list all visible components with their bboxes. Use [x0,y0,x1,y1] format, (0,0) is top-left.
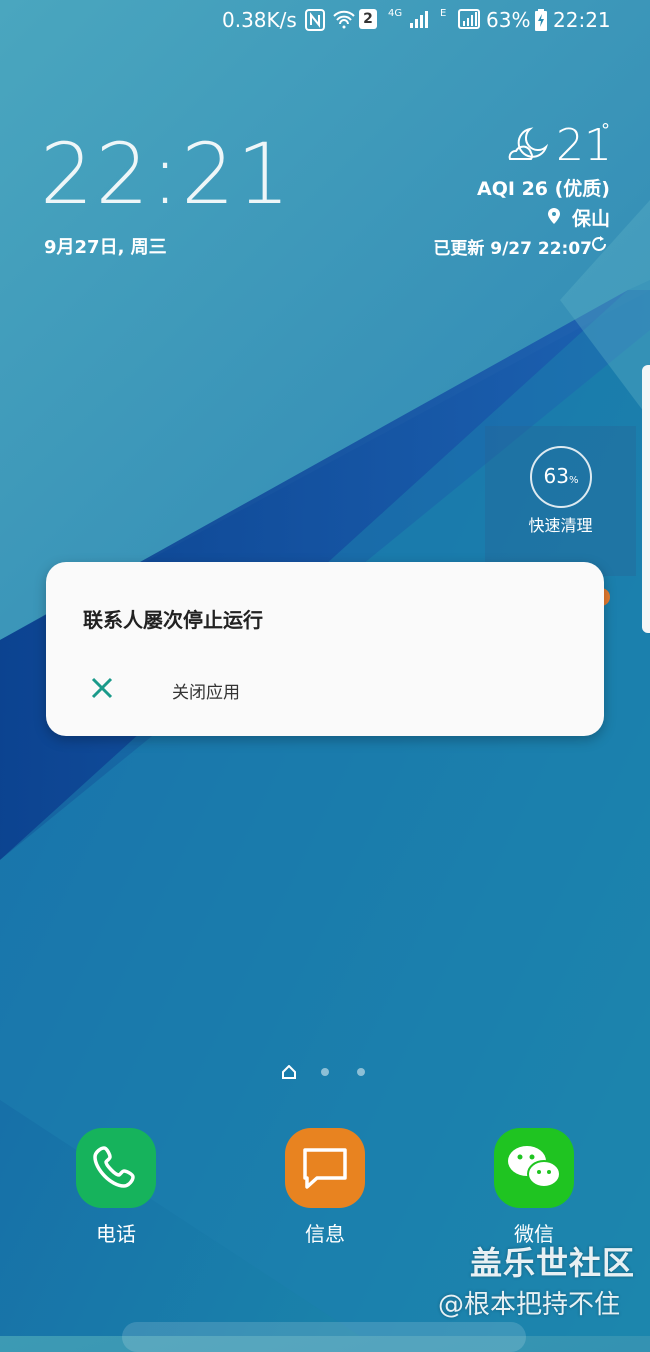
weather-updated: 已更新 9/27 22:07 [433,239,592,259]
weather-degree: ° [601,120,610,141]
watermark-community: 盖乐世社区 [470,1244,636,1282]
close-app-label: 关闭应用 [172,683,240,703]
dialog-title: 联系人屡次停止运行 [83,608,263,632]
clock-time[interactable]: 22:21 [40,125,292,223]
home-page-icon [282,1064,296,1083]
quick-clean-percent: 63 [543,464,569,488]
dock-label-phone: 电话 [96,1222,136,1246]
close-app-button[interactable]: 关闭应用 [66,662,586,718]
nfc-icon [305,9,325,36]
battery-charging-icon [535,9,547,36]
net-speed: 0.38K/s [222,8,297,32]
refresh-icon[interactable] [590,235,608,257]
quick-clean-widget[interactable]: 63% 快速清理 [485,426,636,576]
wifi-icon [332,9,356,34]
edge-panel-handle[interactable] [642,365,650,633]
phone-icon [76,1128,156,1208]
location-pin-icon [548,208,560,228]
signal-icon [408,9,432,34]
message-icon [285,1128,365,1208]
navigation-bar-hint[interactable] [122,1322,526,1352]
dock-label-messages: 信息 [305,1222,345,1246]
clock-date: 9月27日, 周三 [44,237,167,258]
watermark-user: @根本把持不住 [438,1290,621,1320]
network-e-label: E [440,8,447,19]
weather-location: 保山 [571,208,610,230]
status-bar: 0.38K/s 2 4G E 63% 22:21 [0,0,650,40]
moon-cloud-icon[interactable] [506,125,552,169]
weather-aqi: AQI 26 (优质) [477,178,610,200]
wechat-icon [494,1128,574,1208]
close-icon [90,676,114,704]
quick-clean-label: 快速清理 [528,516,593,535]
dock-app-messages[interactable]: 信息 [265,1128,385,1247]
signal-2-icon [458,9,480,34]
quick-clean-ring: 63% [530,446,592,508]
status-time: 22:21 [553,8,611,32]
page-dot [357,1068,365,1076]
dock-app-phone[interactable]: 电话 [56,1128,176,1247]
sim-badge-icon: 2 [359,9,377,29]
network-4g-label: 4G [388,8,403,19]
battery-percent: 63% [486,8,531,32]
quick-clean-unit: % [568,475,579,486]
page-dot [321,1068,329,1076]
app-crash-dialog: 联系人屡次停止运行 关闭应用 [46,562,604,736]
dock-app-wechat[interactable]: 微信 [474,1128,594,1247]
